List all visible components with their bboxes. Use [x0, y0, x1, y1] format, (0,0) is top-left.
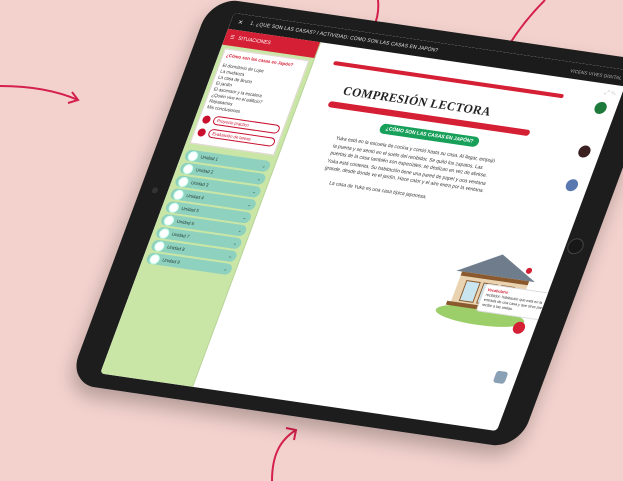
arrow-left — [0, 85, 79, 101]
chevron-down-icon: ⌄ — [260, 162, 267, 170]
note-body: recibidor: habitación que está en la ent… — [481, 292, 545, 312]
chevron-down-icon: ⌄ — [251, 188, 258, 196]
pencil-icon[interactable]: ✎ — [609, 91, 616, 98]
home-button[interactable] — [564, 237, 587, 256]
chevron-down-icon: ⌄ — [232, 240, 239, 247]
chevron-down-icon: ⌄ — [236, 227, 244, 234]
project-icon — [201, 114, 212, 124]
chevron-down-icon: ⌄ — [222, 265, 229, 273]
chevron-down-icon: ⌄ — [255, 175, 263, 183]
sidebar-header-label: SITUACIONES — [236, 35, 272, 47]
audio-icon[interactable] — [592, 101, 609, 115]
chevron-down-icon: ⌄ — [241, 214, 248, 221]
video-icon[interactable] — [576, 144, 593, 159]
menu-icon[interactable]: ☰ — [229, 34, 236, 41]
close-icon[interactable]: ✕ — [235, 18, 245, 26]
arrow-bottom — [271, 429, 297, 481]
camera — [150, 187, 159, 194]
toolbar: ⤢ ✎ — [603, 90, 617, 99]
info-icon[interactable] — [563, 178, 580, 192]
app-name: VICENS VIVES DIGITAL — [569, 67, 623, 81]
next-page-icon[interactable] — [492, 370, 509, 385]
evaluation-icon — [196, 127, 208, 137]
chevron-down-icon: ⌄ — [246, 201, 253, 208]
chevron-down-icon: ⌄ — [227, 252, 234, 260]
